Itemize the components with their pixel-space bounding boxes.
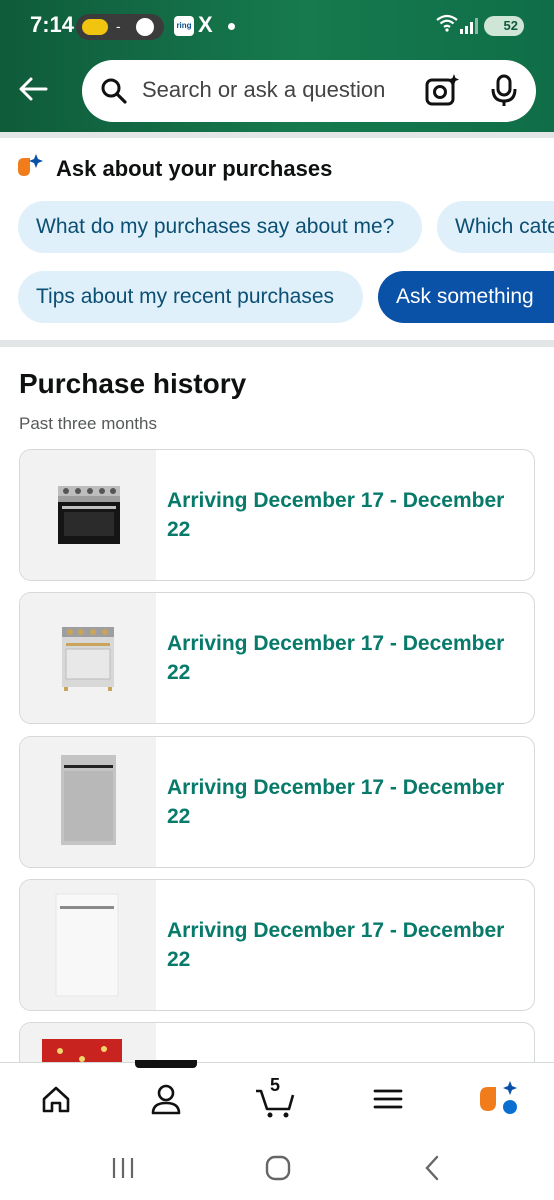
microphone-icon[interactable] xyxy=(490,74,518,108)
delivery-status: Arriving December 17 - December 22 xyxy=(167,776,505,828)
ask-section-title: Ask about your purchases xyxy=(56,156,333,181)
search-bar[interactable]: Search or ask a question xyxy=(82,60,536,122)
battery-indicator: 52 xyxy=(484,16,524,36)
white-dishwasher-image xyxy=(55,893,119,997)
recent-apps-icon[interactable] xyxy=(110,1156,136,1180)
rufus-icon[interactable] xyxy=(474,1077,522,1121)
chip-what-purchases-say[interactable]: What do my purchases say about me? xyxy=(18,201,422,253)
back-system-icon[interactable] xyxy=(422,1154,442,1182)
steel-dishwasher-image xyxy=(61,755,116,845)
delivery-status: Arriving December 17 - December 22 xyxy=(167,632,505,684)
status-bar: 7:14 - ring X 52 xyxy=(0,0,554,52)
purchase-history-title: Purchase history xyxy=(19,368,247,399)
bottom-navigation: 5 xyxy=(0,1062,554,1134)
signal-icon xyxy=(460,18,478,34)
score-separator: - xyxy=(116,18,121,34)
product-image xyxy=(20,593,156,723)
active-tab-indicator xyxy=(135,1060,197,1068)
search-icon xyxy=(101,78,127,104)
app-header: 7:14 - ring X 52 Search or ask a questio… xyxy=(0,0,554,132)
home-icon[interactable] xyxy=(32,1077,80,1121)
black-range-image xyxy=(58,486,120,544)
chip-ask-something[interactable]: Ask something xyxy=(378,271,554,323)
home-system-icon[interactable] xyxy=(264,1154,292,1182)
ring-icon: ring xyxy=(174,16,194,36)
account-icon[interactable] xyxy=(142,1077,190,1121)
status-time: 7:14 xyxy=(30,12,75,37)
purchase-history-subtitle: Past three months xyxy=(19,414,157,433)
purchase-card[interactable]: Arriving December 17 - December 22 xyxy=(19,879,535,1011)
camera-search-icon[interactable] xyxy=(424,73,460,107)
lakers-icon xyxy=(82,19,108,35)
more-notifications-dot xyxy=(228,23,235,30)
system-navigation-bar xyxy=(0,1134,554,1200)
header-divider xyxy=(0,132,554,138)
section-divider xyxy=(0,340,554,347)
purchase-card[interactable]: Arriving December 17 - December 22 xyxy=(19,449,535,581)
x-icon: X xyxy=(198,12,213,37)
sixers-icon xyxy=(136,18,154,36)
purchase-card[interactable]: Arriving December 17 - December 22 xyxy=(19,592,535,724)
product-image xyxy=(20,737,156,867)
product-image xyxy=(20,880,156,1010)
purchase-card[interactable]: Arriving December 17 - December 22 xyxy=(19,736,535,868)
notification-pill: - xyxy=(76,14,164,40)
steel-range-image xyxy=(62,627,114,691)
menu-icon[interactable] xyxy=(364,1077,412,1121)
chip-tips-recent-purchases[interactable]: Tips about my recent purchases xyxy=(18,271,363,323)
cart-button[interactable]: 5 xyxy=(252,1075,300,1121)
rufus-sparkle-icon xyxy=(18,154,43,176)
product-image xyxy=(20,450,156,580)
search-input[interactable]: Search or ask a question xyxy=(142,77,385,103)
cart-count: 5 xyxy=(270,1075,281,1095)
chip-which-categories[interactable]: Which categ xyxy=(437,201,554,253)
delivery-status: Arriving December 17 - December 22 xyxy=(167,919,505,971)
delivery-status: Arriving December 17 - December 22 xyxy=(167,489,505,541)
wifi-icon xyxy=(436,14,458,32)
back-arrow-icon[interactable] xyxy=(16,72,50,106)
